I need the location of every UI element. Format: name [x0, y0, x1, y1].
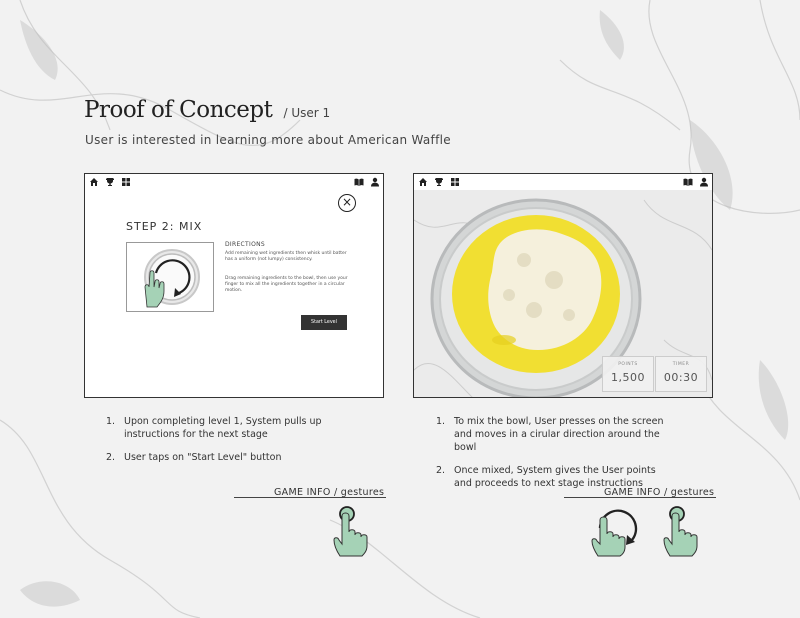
page-title-user: / User 1 [283, 106, 331, 120]
trophy-icon[interactable] [434, 177, 444, 187]
step-text: User taps on "Start Level" button [124, 452, 282, 463]
mix-illustration [126, 242, 214, 312]
step-number: 2. [436, 465, 446, 476]
home-icon[interactable] [89, 177, 99, 187]
step-number: 1. [106, 416, 116, 427]
grid-icon[interactable] [450, 177, 460, 187]
step-text: Upon completing level 1, System pulls up… [124, 416, 322, 440]
bowl-mix-icon [144, 249, 200, 308]
left-topbar [85, 174, 383, 190]
right-topbar [414, 174, 712, 190]
directions-text-1: Add remaining wet ingredients then whisk… [225, 251, 347, 262]
list-item: 1. To mix the bowl, User presses on the … [436, 415, 686, 454]
step-number: 1. [436, 416, 446, 427]
book-icon[interactable] [683, 177, 693, 187]
circular-swipe-gesture-icon [591, 509, 638, 557]
list-item: 2. User taps on "Start Level" button [106, 451, 356, 464]
directions-text-2: Drag remaining ingredients to the bowl, … [225, 276, 348, 293]
grid-icon[interactable] [121, 177, 131, 187]
trophy-icon[interactable] [105, 177, 115, 187]
user-icon[interactable] [370, 177, 380, 187]
step-text: To mix the bowl, User presses on the scr… [454, 416, 664, 453]
points-value: 1,500 [611, 371, 645, 384]
directions-heading: DIRECTIONS [225, 241, 265, 248]
tap-gesture-icon [663, 506, 698, 557]
list-item: 1. Upon completing level 1, System pulls… [106, 415, 356, 441]
book-icon[interactable] [354, 177, 364, 187]
points-panel: POINTS 1,500 [602, 356, 654, 392]
timer-panel: TIMER 00:30 [655, 356, 707, 392]
game-info-divider-left [234, 497, 386, 498]
page-title: Proof of Concept [84, 97, 273, 123]
close-button[interactable]: × [338, 194, 356, 212]
step-number: 2. [106, 452, 116, 463]
home-icon[interactable] [418, 177, 428, 187]
right-app-screen: POINTS 1,500 TIMER 00:30 [413, 173, 713, 398]
page-header: Proof of Concept / User 1 [84, 97, 330, 123]
points-label: POINTS [618, 362, 638, 367]
timer-value: 00:30 [663, 371, 699, 384]
step-title: STEP 2: MIX [126, 220, 203, 233]
left-app-screen: × STEP 2: MIX DIRECTIONS Add remaining w… [84, 173, 384, 398]
game-info-divider-right [564, 497, 716, 498]
left-steps-list: 1. Upon completing level 1, System pulls… [106, 415, 356, 474]
timer-label: TIMER [672, 362, 690, 367]
start-level-button[interactable]: Start Level [301, 315, 347, 330]
user-icon[interactable] [699, 177, 709, 187]
page-subtitle: User is interested in learning more abou… [85, 133, 451, 147]
tap-gesture-icon [333, 506, 368, 557]
